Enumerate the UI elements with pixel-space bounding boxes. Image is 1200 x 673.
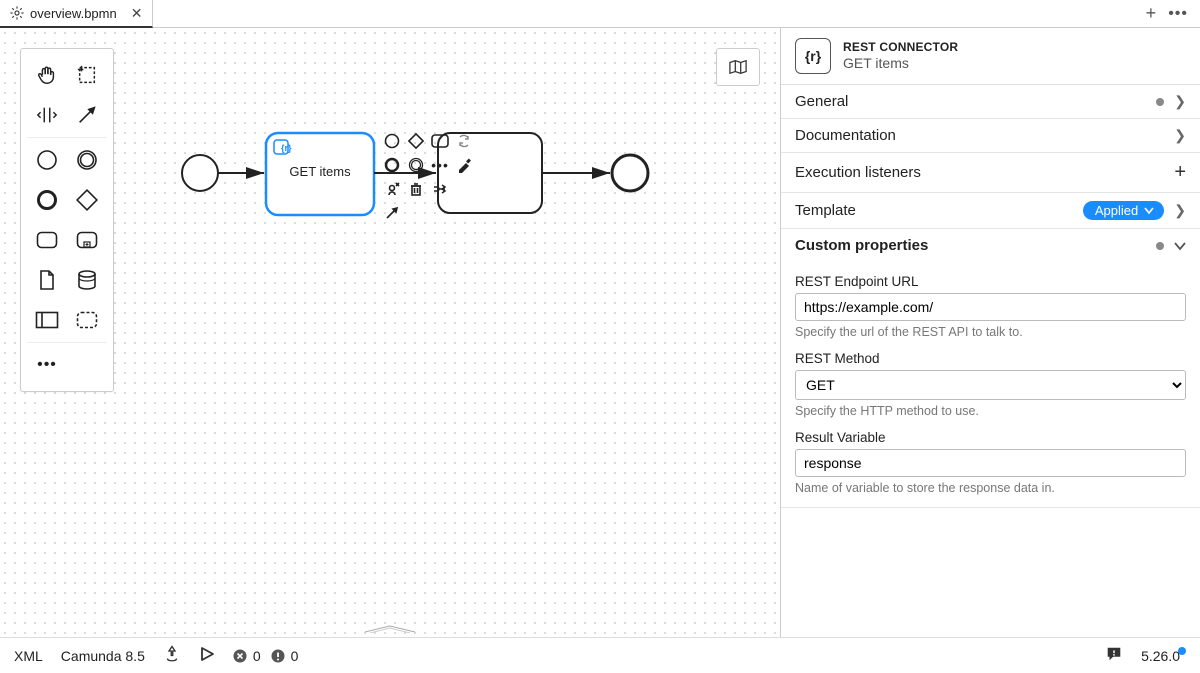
feedback-button[interactable] [1105, 645, 1123, 666]
section-execution-listeners[interactable]: Execution listeners + [781, 153, 1200, 192]
tab-overview[interactable]: overview.bpmn ✕ [0, 0, 153, 28]
section-documentation[interactable]: Documentation ❯ [781, 119, 1200, 152]
problems-indicator[interactable]: 0 0 [233, 648, 299, 664]
section-general[interactable]: General ❯ [781, 85, 1200, 118]
method-help: Specify the HTTP method to use. [795, 404, 1186, 418]
bpmn-diagram: {r} [0, 28, 780, 428]
append-text-annotation[interactable]: ••• [430, 155, 450, 175]
connector-icon: {r} [795, 38, 831, 74]
panel-resize-handle[interactable] [360, 625, 420, 633]
tab-title: overview.bpmn [30, 6, 117, 21]
change-type[interactable] [454, 131, 474, 151]
section-title: Template [795, 202, 856, 219]
chevron-right-icon: ❯ [1174, 202, 1186, 219]
connect[interactable] [382, 203, 402, 223]
template-applied-pill[interactable]: Applied [1083, 201, 1164, 220]
endpoint-label: REST Endpoint URL [795, 274, 1186, 289]
section-title: Documentation [795, 127, 896, 144]
endpoint-input[interactable] [795, 293, 1186, 321]
replace[interactable] [382, 179, 402, 199]
props-name: GET items [843, 55, 958, 73]
result-help: Name of variable to store the response d… [795, 481, 1186, 495]
filled-indicator-icon [1156, 98, 1164, 106]
error-count: 0 [253, 648, 261, 664]
app-version[interactable]: 5.26.0 [1141, 647, 1186, 664]
warning-icon [271, 649, 285, 663]
close-icon[interactable]: ✕ [131, 5, 143, 22]
add-listener-button[interactable]: + [1174, 161, 1186, 184]
chevron-right-icon: ❯ [1174, 93, 1186, 110]
result-label: Result Variable [795, 430, 1186, 445]
method-label: REST Method [795, 351, 1186, 366]
task-label: GET items [266, 164, 374, 179]
section-custom-properties[interactable]: Custom properties [781, 229, 1200, 262]
engine-version[interactable]: Camunda 8.5 [61, 648, 145, 664]
props-header: {r} REST CONNECTOR GET items [781, 28, 1200, 85]
append-start-event[interactable] [382, 131, 402, 151]
chevron-right-icon: ❯ [1174, 127, 1186, 144]
deploy-button[interactable] [163, 645, 181, 666]
pill-label: Applied [1095, 203, 1138, 218]
error-icon [233, 649, 247, 663]
append-gateway[interactable] [406, 131, 426, 151]
svg-text:{r}: {r} [281, 143, 292, 153]
method-select[interactable]: GET [795, 370, 1186, 400]
chevron-down-icon [1174, 241, 1186, 251]
append-end-event[interactable] [382, 155, 402, 175]
properties-panel: {r} REST CONNECTOR GET items General ❯ D… [780, 28, 1200, 637]
context-pad: ••• [382, 131, 474, 223]
run-button[interactable] [199, 646, 215, 665]
gear-icon [10, 6, 24, 20]
section-title: Custom properties [795, 237, 928, 254]
append-intermediate-event[interactable] [406, 155, 426, 175]
update-indicator-icon [1178, 647, 1186, 655]
delete[interactable] [406, 179, 426, 199]
section-title: Execution listeners [795, 164, 921, 181]
xml-toggle[interactable]: XML [14, 648, 43, 664]
warning-count: 0 [291, 648, 299, 664]
section-template[interactable]: Template Applied ❯ [781, 193, 1200, 228]
start-event[interactable] [182, 155, 218, 191]
filled-indicator-icon [1156, 242, 1164, 250]
new-tab-button[interactable]: + [1146, 3, 1157, 24]
version-text: 5.26.0 [1141, 648, 1180, 664]
chevron-down-icon [1144, 207, 1154, 215]
diagram-canvas[interactable]: ••• {r} [0, 28, 780, 637]
append-task[interactable] [430, 131, 450, 151]
tab-bar: overview.bpmn ✕ + ••• [0, 0, 1200, 28]
more-menu-button[interactable]: ••• [1168, 5, 1188, 23]
end-event[interactable] [612, 155, 648, 191]
set-color[interactable] [454, 155, 474, 175]
section-title: General [795, 93, 848, 110]
status-bar: XML Camunda 8.5 0 0 5.26.0 [0, 637, 1200, 673]
result-input[interactable] [795, 449, 1186, 477]
link[interactable] [430, 179, 450, 199]
endpoint-help: Specify the url of the REST API to talk … [795, 325, 1186, 339]
props-kicker: REST CONNECTOR [843, 40, 958, 55]
